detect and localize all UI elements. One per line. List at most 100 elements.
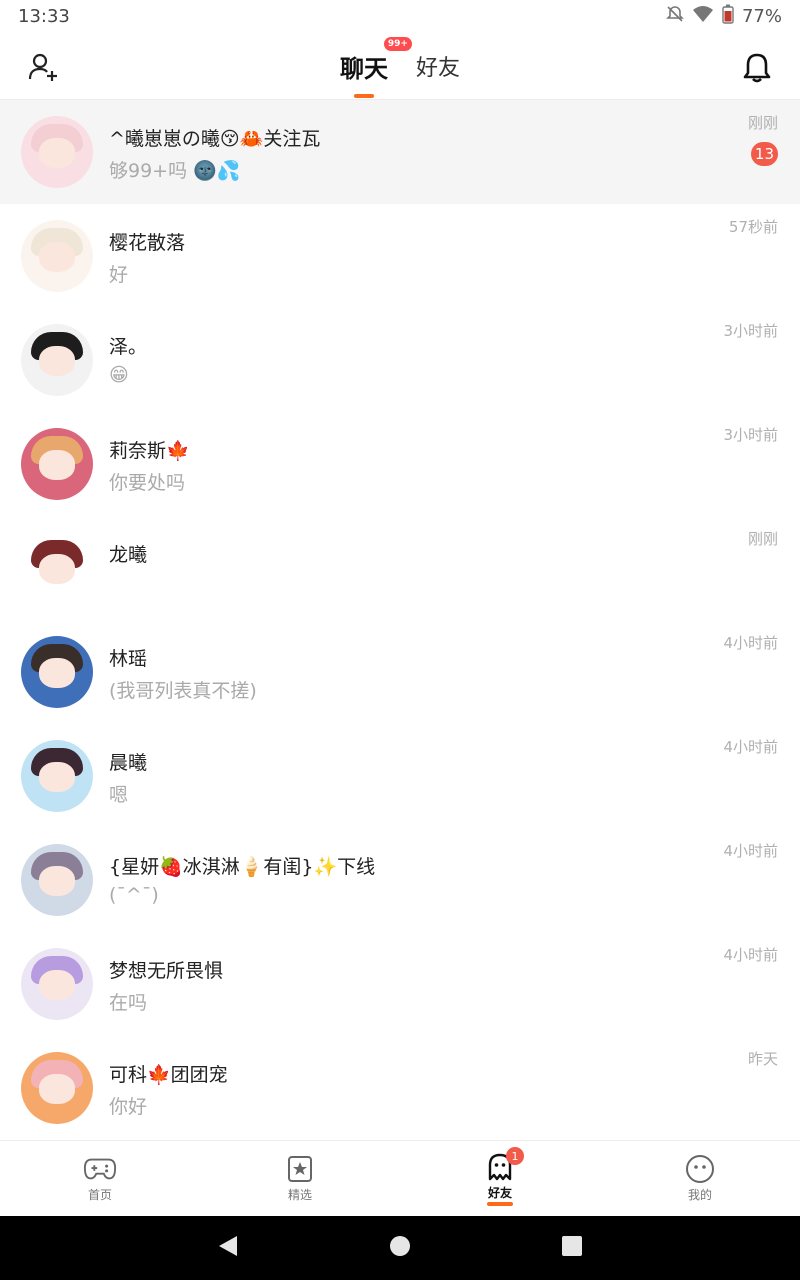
avatar[interactable] (21, 740, 93, 812)
header: 聊天 99+ 好友 (0, 32, 800, 100)
tab-chat-label: 聊天 (339, 54, 388, 83)
avatar-face (39, 346, 75, 376)
contact-name: 晨曦 (109, 752, 148, 774)
contact-name: 泽。 (109, 336, 148, 358)
avatar[interactable] (21, 220, 93, 292)
avatar[interactable] (21, 116, 93, 188)
avatar-face (39, 138, 75, 168)
avatar[interactable] (21, 636, 93, 708)
avatar-face (39, 866, 75, 896)
message-time: 3小时前 (723, 426, 778, 444)
avatar-face (39, 450, 75, 480)
star-bookmark-icon (283, 1154, 317, 1184)
top-tabs: 聊天 99+ 好友 (0, 32, 800, 100)
conversation-row[interactable]: ^曦崽崽の曦😚🦀关注瓦 够99+吗 🌚💦 刚刚 13 (0, 100, 800, 204)
notifications-button[interactable] (740, 50, 774, 84)
battery-percent: 77% (741, 5, 782, 27)
nav-label-featured: 精选 (287, 1188, 312, 1202)
conversation-row[interactable]: 林瑶 (我哥列表真不搓) 4小时前 (0, 620, 800, 724)
conversation-row[interactable]: 龙曦 刚刚 (0, 516, 800, 620)
conversation-body: {星妍🍓冰淇淋🍦有闺}✨下线 (¯^¯) (109, 844, 800, 916)
avatar-face (39, 658, 75, 688)
tab-friends-label: 好友 (415, 56, 460, 81)
message-time: 4小时前 (723, 634, 778, 652)
tab-chat[interactable]: 聊天 99+ (338, 36, 412, 98)
tab-chat-badge: 99+ (383, 36, 412, 51)
conversation-body: 可科🍁团团宠 你好 (109, 1052, 800, 1124)
recents-square-icon (562, 1236, 582, 1256)
avatar[interactable] (21, 428, 93, 500)
avatar-face (39, 554, 75, 584)
nav-item-featured[interactable]: 精选 (200, 1141, 400, 1216)
contact-name: 可科🍁团团宠 (109, 1064, 228, 1086)
last-message: 嗯 (109, 784, 129, 806)
conversation-row[interactable]: 可科🍁团团宠 你好 昨天 (0, 1036, 800, 1140)
last-message: (¯^¯) (109, 884, 159, 906)
tab-friends[interactable]: 好友 (414, 50, 462, 82)
avatar[interactable] (21, 948, 93, 1020)
last-message: 你好 (109, 1096, 148, 1118)
bell-icon (743, 53, 771, 83)
face-icon (683, 1154, 717, 1184)
nav-item-home[interactable]: 首页 (0, 1141, 200, 1216)
conversation-body: 龙曦 (109, 532, 800, 604)
conversation-row[interactable]: 晨曦嗯 4小时前 (0, 724, 800, 828)
conversation-row[interactable]: 泽。 😁 3小时前 (0, 308, 800, 412)
battery-icon (722, 4, 734, 29)
status-time: 13:33 (18, 5, 70, 27)
tab-active-indicator (353, 93, 374, 98)
last-message: 你要处吗 (109, 472, 186, 494)
status-icons: 77% (666, 4, 782, 29)
conversation-body: 莉奈斯🍁 你要处吗 (109, 428, 800, 500)
avatar[interactable] (21, 1052, 93, 1124)
conversation-body: 梦想无所畏惧 在吗 (109, 948, 800, 1020)
last-message: 好 (109, 264, 129, 286)
message-time: 3小时前 (723, 322, 778, 340)
back-button[interactable] (217, 1234, 239, 1262)
bottom-nav: 首页 精选 1 好友 我的 (0, 1140, 800, 1216)
nav-label-me: 我的 (687, 1188, 712, 1202)
avatar-face (39, 1074, 75, 1104)
avatar-face (39, 970, 75, 1000)
message-time: 4小时前 (723, 946, 778, 964)
back-triangle-icon (219, 1236, 237, 1256)
contact-name: 莉奈斯🍁 (109, 440, 190, 462)
conversation-row[interactable]: 樱花散落好 57秒前 (0, 204, 800, 308)
conversation-row[interactable]: 梦想无所畏惧 在吗 4小时前 (0, 932, 800, 1036)
message-time: 4小时前 (723, 842, 778, 860)
contact-name: 樱花散落 (109, 232, 186, 254)
conversation-body: 林瑶 (我哥列表真不搓) (109, 636, 800, 708)
nav-active-indicator (487, 1201, 513, 1206)
conversation-body: 泽。 😁 (109, 324, 800, 396)
system-nav-bar (0, 1216, 800, 1280)
conversation-row[interactable]: 莉奈斯🍁 你要处吗 3小时前 (0, 412, 800, 516)
message-time: 昨天 (747, 1050, 778, 1068)
nav-item-friends[interactable]: 1 好友 (400, 1141, 600, 1216)
conversation-body: ^曦崽崽の曦😚🦀关注瓦 够99+吗 🌚💦 (109, 116, 800, 188)
conversation-row[interactable]: {星妍🍓冰淇淋🍦有闺}✨下线 (¯^¯) 4小时前 (0, 828, 800, 932)
contact-name: ^曦崽崽の曦😚🦀关注瓦 (109, 128, 321, 150)
home-button[interactable] (389, 1235, 411, 1261)
nav-item-me[interactable]: 我的 (600, 1141, 800, 1216)
last-message: 在吗 (109, 992, 148, 1014)
conversation-body: 樱花散落好 (109, 220, 800, 292)
unread-count-badge: 13 (750, 142, 778, 166)
nav-friends-badge: 1 (506, 1147, 524, 1165)
message-time: 57秒前 (728, 218, 778, 236)
last-message: 够99+吗 🌚💦 (109, 160, 241, 182)
wifi-icon (692, 5, 714, 28)
avatar[interactable] (21, 532, 93, 604)
contact-name: 林瑶 (109, 648, 148, 670)
avatar[interactable] (21, 844, 93, 916)
recents-button[interactable] (561, 1235, 583, 1261)
message-time: 4小时前 (723, 738, 778, 756)
conversation-list[interactable]: ^曦崽崽の曦😚🦀关注瓦 够99+吗 🌚💦 刚刚 13 樱花散落好 57秒前 泽。 😁 3小时前莉… (0, 100, 800, 1140)
last-message: (我哥列表真不搓) (109, 680, 257, 702)
nav-label-home: 首页 (87, 1188, 112, 1202)
notification-off-icon (666, 5, 684, 28)
avatar-face (39, 242, 75, 272)
message-time: 刚刚 (747, 114, 778, 132)
message-time: 刚刚 (747, 530, 778, 548)
avatar[interactable] (21, 324, 93, 396)
contact-name: 龙曦 (109, 544, 148, 566)
